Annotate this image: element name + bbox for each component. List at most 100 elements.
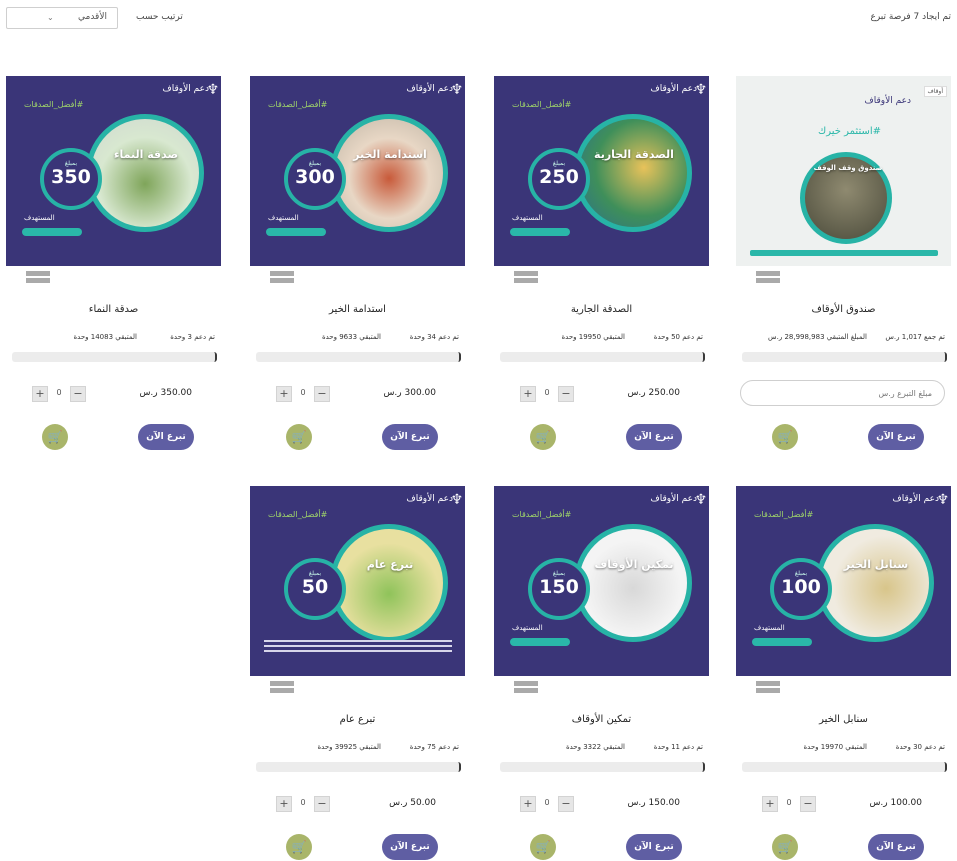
add-to-cart-button[interactable]: 🛒 xyxy=(286,424,312,450)
minus-icon[interactable]: − xyxy=(558,386,574,402)
poster-tag: #أفضل_الصدقات xyxy=(512,100,572,109)
add-to-cart-button[interactable]: 🛒 xyxy=(530,834,556,860)
product-title[interactable]: تمكين الأوقاف xyxy=(494,714,709,725)
quantity-value[interactable]: 0 xyxy=(48,388,70,397)
product-price: 150.00 ر.س xyxy=(627,798,680,808)
product-image[interactable]: ♆ دعم الأوقاف #أفضل_الصدقات تبرع عام بمب… xyxy=(250,486,465,676)
product-stats: تم جمع 1,017 ر.س المبلغ المتبقي 28,998,9… xyxy=(736,333,951,345)
stat-remaining: المتبقي 3322 وحدة xyxy=(565,743,625,751)
poster-tag: #أفضل_الصدقات xyxy=(754,510,814,519)
bank-logos xyxy=(756,271,780,285)
iban-block xyxy=(6,270,221,290)
progress-bar xyxy=(742,352,947,362)
iban-block xyxy=(250,680,465,700)
product-stats: تم دعم 30 وحدة المتبقي 19970 وحدة xyxy=(736,743,951,755)
sort-select[interactable]: الأقدمي ⌄ xyxy=(6,7,118,29)
donate-button[interactable]: تبرع الآن xyxy=(382,834,438,860)
stat-supported: تم دعم 50 وحدة xyxy=(653,333,703,341)
minus-icon[interactable]: − xyxy=(70,386,86,402)
poster-photo xyxy=(330,524,448,642)
cart-icon: 🛒 xyxy=(291,430,307,444)
quantity-value[interactable]: 0 xyxy=(292,798,314,807)
donate-button[interactable]: تبرع الآن xyxy=(382,424,438,450)
donate-button[interactable]: تبرع الآن xyxy=(868,834,924,860)
donate-button[interactable]: تبرع الآن xyxy=(138,424,194,450)
poster-tag: #أفضل_الصدقات xyxy=(24,100,84,109)
poster-amount: 300 xyxy=(295,166,335,188)
stat-supported: تم جمع 1,017 ر.س xyxy=(885,333,945,341)
plus-icon[interactable]: + xyxy=(276,386,292,402)
result-count: تم ايجاد 7 فرصة تبرع xyxy=(870,12,951,22)
product-price: 250.00 ر.س xyxy=(627,388,680,398)
plus-icon[interactable]: + xyxy=(520,386,536,402)
poster-target-pill xyxy=(266,228,326,236)
poster-amount-badge: بمبلغ 100 xyxy=(770,558,832,620)
poster-brand: دعم الأوقاف xyxy=(406,494,453,504)
product-image[interactable]: ♆ دعم الأوقاف #أفضل_الصدقات الصدقة الجار… xyxy=(494,76,709,266)
quantity-stepper: + 0 − xyxy=(32,386,88,402)
quantity-stepper: + 0 − xyxy=(276,386,332,402)
iban-block xyxy=(494,270,709,290)
stat-remaining: المتبقي 19950 وحدة xyxy=(561,333,625,341)
product-stats: تم دعم 50 وحدة المتبقي 19950 وحدة xyxy=(494,333,709,345)
minus-icon[interactable]: − xyxy=(314,796,330,812)
minus-icon[interactable]: − xyxy=(800,796,816,812)
poster-photo-title: صدقة النماء xyxy=(113,148,179,161)
stat-remaining: المتبقي 39925 وحدة xyxy=(317,743,381,751)
product-title[interactable]: سنابل الخير xyxy=(736,714,951,725)
poster-photo-title: استدامة الخير xyxy=(353,148,427,161)
stat-supported: تم دعم 11 وحدة xyxy=(653,743,703,751)
minus-icon[interactable]: − xyxy=(558,796,574,812)
quantity-value[interactable]: 0 xyxy=(292,388,314,397)
product-title[interactable]: استدامة الخير xyxy=(250,304,465,315)
product-title[interactable]: صدقة النماء xyxy=(6,304,221,315)
poster-amount: 100 xyxy=(781,576,821,598)
add-to-cart-button[interactable]: 🛒 xyxy=(772,834,798,860)
product-title[interactable]: صندوق الأوقاف xyxy=(736,304,951,315)
product-title[interactable]: الصدقة الجارية xyxy=(494,304,709,315)
poster-amount: 50 xyxy=(301,576,329,598)
cart-icon: 🛒 xyxy=(777,840,793,854)
product-image[interactable]: أوقاف دعم الأوقاف #استثمر خيرك صندوق وقف… xyxy=(736,76,951,266)
donate-button[interactable]: تبرع الآن xyxy=(626,424,682,450)
poster-brand: دعم الأوقاف xyxy=(650,84,697,94)
progress-bar xyxy=(742,762,947,772)
poster-amount-badge: بمبلغ 300 xyxy=(284,148,346,210)
donation-amount-input[interactable]: مبلغ التبرع ر.س xyxy=(740,380,945,406)
product-image[interactable]: ♆ دعم الأوقاف #أفضل_الصدقات صدقة النماء … xyxy=(6,76,221,266)
product-image[interactable]: ♆ دعم الأوقاف #أفضل_الصدقات تمكين الأوقا… xyxy=(494,486,709,676)
progress-bar xyxy=(256,352,461,362)
progress-bar xyxy=(500,762,705,772)
product-image[interactable]: ♆ دعم الأوقاف #أفضل_الصدقات استدامة الخي… xyxy=(250,76,465,266)
plus-icon[interactable]: + xyxy=(520,796,536,812)
plus-icon[interactable]: + xyxy=(762,796,778,812)
bank-logos xyxy=(514,681,538,695)
add-to-cart-button[interactable]: 🛒 xyxy=(286,834,312,860)
poster-amount: 150 xyxy=(539,576,579,598)
quantity-value[interactable]: 0 xyxy=(536,798,558,807)
quantity-value[interactable]: 0 xyxy=(778,798,800,807)
poster-brand: دعم الأوقاف xyxy=(892,494,939,504)
add-to-cart-button[interactable]: 🛒 xyxy=(772,424,798,450)
donate-button[interactable]: تبرع الآن xyxy=(868,424,924,450)
add-to-cart-button[interactable]: 🛒 xyxy=(42,424,68,450)
minus-icon[interactable]: − xyxy=(314,386,330,402)
poster-target-label: المستهدف xyxy=(512,624,543,632)
iban-block xyxy=(736,270,951,290)
product-image[interactable]: ♆ دعم الأوقاف #أفضل_الصدقات سنابل الخير … xyxy=(736,486,951,676)
plus-icon[interactable]: + xyxy=(276,796,292,812)
product-title[interactable]: تبرع عام xyxy=(250,714,465,725)
poster-photo xyxy=(574,114,692,232)
cart-icon: 🛒 xyxy=(777,430,793,444)
donate-button[interactable]: تبرع الآن xyxy=(626,834,682,860)
product-price: 300.00 ر.س xyxy=(383,388,436,398)
poster-photo-title: سنابل الخير xyxy=(843,558,909,571)
product-price: 350.00 ر.س xyxy=(139,388,192,398)
poster-photo xyxy=(816,524,934,642)
poster-brand: دعم الأوقاف xyxy=(650,494,697,504)
poster-target-label: المستهدف xyxy=(24,214,55,222)
add-to-cart-button[interactable]: 🛒 xyxy=(530,424,556,450)
poster-amount: 350 xyxy=(51,166,91,188)
plus-icon[interactable]: + xyxy=(32,386,48,402)
quantity-value[interactable]: 0 xyxy=(536,388,558,397)
